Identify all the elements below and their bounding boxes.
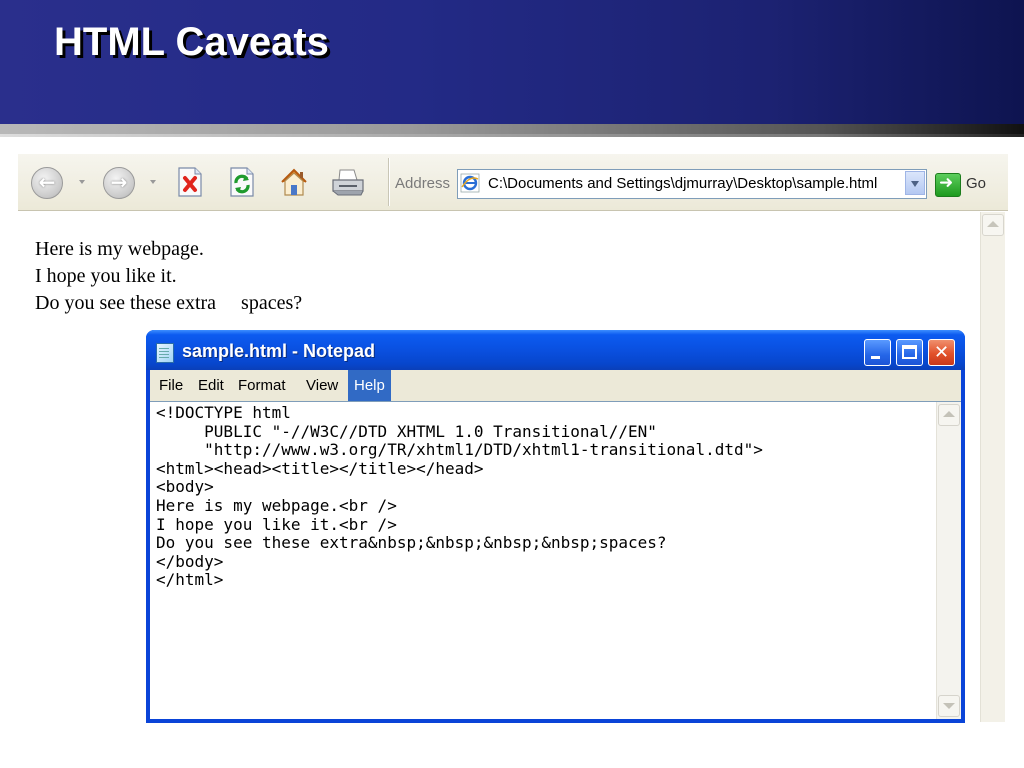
address-label: Address: [395, 175, 451, 192]
address-dropdown-icon[interactable]: [905, 171, 925, 195]
notepad-editor[interactable]: <!DOCTYPE html PUBLIC "-//W3C//DTD XHTML…: [150, 401, 961, 719]
forward-dropdown-icon[interactable]: [150, 180, 156, 184]
address-bar[interactable]: C:\Documents and Settings\djmurray\Deskt…: [457, 169, 927, 199]
forward-button[interactable]: →: [103, 167, 135, 199]
address-input[interactable]: C:\Documents and Settings\djmurray\Deskt…: [488, 175, 877, 192]
minimize-icon: [871, 356, 880, 359]
forward-arrow-icon: →: [110, 170, 128, 194]
stop-icon[interactable]: [175, 166, 205, 198]
page-line: I hope you like it.: [35, 265, 177, 287]
menu-view[interactable]: View: [300, 370, 344, 401]
notepad-text[interactable]: <!DOCTYPE html PUBLIC "-//W3C//DTD XHTML…: [156, 403, 763, 590]
notepad-titlebar[interactable]: sample.html - Notepad ✕: [146, 330, 965, 370]
toolbar-separator: [388, 158, 389, 206]
notepad-scrollbar[interactable]: [936, 402, 961, 719]
minimize-button[interactable]: [864, 339, 891, 366]
notepad-menubar: File Edit Format View Help: [150, 370, 961, 401]
print-icon[interactable]: [330, 166, 366, 198]
home-icon[interactable]: [277, 166, 311, 198]
scroll-up-icon[interactable]: [938, 404, 960, 426]
notepad-window: sample.html - Notepad ✕ File Edit Format…: [146, 330, 965, 723]
back-dropdown-icon[interactable]: [79, 180, 85, 184]
notepad-title: sample.html - Notepad: [182, 341, 376, 361]
maximize-icon: [902, 345, 917, 359]
ie-page-icon: [460, 173, 480, 193]
back-arrow-icon: ←: [38, 170, 56, 194]
scroll-down-icon[interactable]: [938, 695, 960, 717]
refresh-icon[interactable]: [227, 166, 257, 198]
go-button[interactable]: Go: [966, 175, 986, 192]
menu-file[interactable]: File: [153, 370, 189, 401]
browser-toolbar: ← → Address C:\Documents and Settings\dj…: [18, 154, 1008, 211]
page-line: Here is my webpage.: [35, 238, 204, 260]
scroll-up-icon[interactable]: [982, 214, 1004, 236]
go-arrow-icon[interactable]: [935, 173, 961, 197]
menu-format[interactable]: Format: [232, 370, 292, 401]
menu-edit[interactable]: Edit: [192, 370, 230, 401]
menu-help[interactable]: Help: [348, 370, 391, 401]
close-button[interactable]: ✕: [928, 339, 955, 366]
back-button[interactable]: ←: [31, 167, 63, 199]
slide-header-divider: [0, 134, 1024, 137]
slide-title: HTML Caveats: [54, 20, 329, 64]
rendered-page: Here is my webpage. I hope you like it. …: [35, 236, 302, 317]
notepad-icon: [156, 343, 174, 363]
browser-scrollbar[interactable]: [980, 212, 1005, 722]
maximize-button[interactable]: [896, 339, 923, 366]
close-icon: ✕: [933, 342, 950, 363]
page-line: Do you see these extra spaces?: [35, 292, 303, 314]
